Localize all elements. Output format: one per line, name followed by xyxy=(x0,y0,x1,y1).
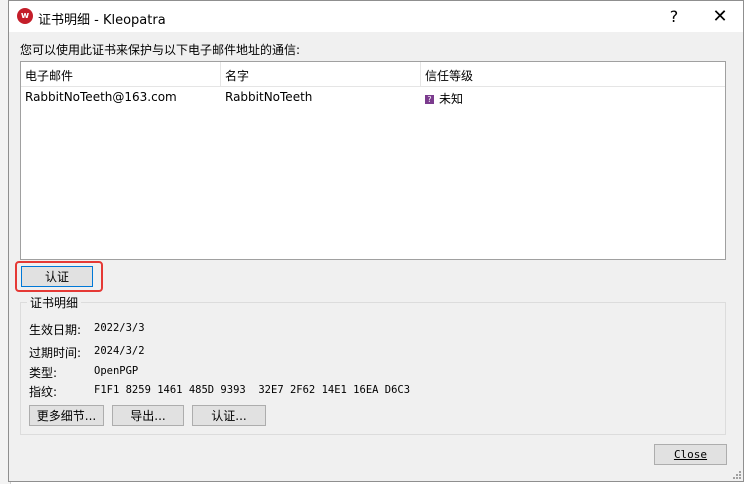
valid-from-label: 生效日期: xyxy=(29,323,82,337)
export-button[interactable]: 导出... xyxy=(112,405,184,426)
kleopatra-app-icon: w xyxy=(17,8,33,24)
close-button[interactable]: Close xyxy=(654,444,727,465)
usage-prompt: 您可以使用此证书来保护与以下电子邮件地址的通信: xyxy=(20,43,301,57)
title-bar: w 证书明细 - Kleopatra ? ✕ xyxy=(9,1,743,32)
group-title: 证书明细 xyxy=(27,294,82,311)
trust-level-text: 未知 xyxy=(439,92,464,106)
list-header: 电子邮件 名字 信任等级 xyxy=(21,62,725,87)
column-header-email[interactable]: 电子邮件 xyxy=(25,67,73,84)
certify-details-button[interactable]: 认证... xyxy=(192,405,266,426)
more-details-button[interactable]: 更多细节... xyxy=(29,405,104,426)
column-header-name[interactable]: 名字 xyxy=(225,67,249,84)
column-header-trust[interactable]: 信任等级 xyxy=(425,67,473,84)
fingerprint-value: F1F1 8259 1461 485D 9393 32E7 2F62 14E1 … xyxy=(94,384,411,396)
window-close-button[interactable]: ✕ xyxy=(697,1,743,32)
window-title: 证书明细 - Kleopatra xyxy=(38,13,166,28)
help-button[interactable]: ? xyxy=(651,1,697,32)
certify-button[interactable]: 认证 xyxy=(21,266,93,287)
email-cell: RabbitNoTeeth@163.com xyxy=(25,90,177,104)
type-value: OpenPGP xyxy=(94,365,139,377)
resize-grip-icon[interactable] xyxy=(731,469,741,479)
type-label: 类型: xyxy=(29,366,58,380)
valid-from-value: 2022/3/3 xyxy=(94,322,145,334)
certificate-details-dialog: w 证书明细 - Kleopatra ? ✕ 您可以使用此证书来保护与以下电子邮… xyxy=(8,0,744,482)
trust-cell: ? 未知 xyxy=(425,90,463,107)
expiry-label: 过期时间: xyxy=(29,346,82,360)
expiry-value: 2024/3/2 xyxy=(94,345,145,357)
email-list[interactable]: 电子邮件 名字 信任等级 RabbitNoTeeth@163.com Rabbi… xyxy=(20,61,726,260)
question-icon: ? xyxy=(425,95,434,104)
column-separator[interactable] xyxy=(220,62,221,86)
fingerprint-label: 指纹: xyxy=(29,385,58,399)
column-separator[interactable] xyxy=(420,62,421,86)
name-cell: RabbitNoTeeth xyxy=(225,90,313,104)
